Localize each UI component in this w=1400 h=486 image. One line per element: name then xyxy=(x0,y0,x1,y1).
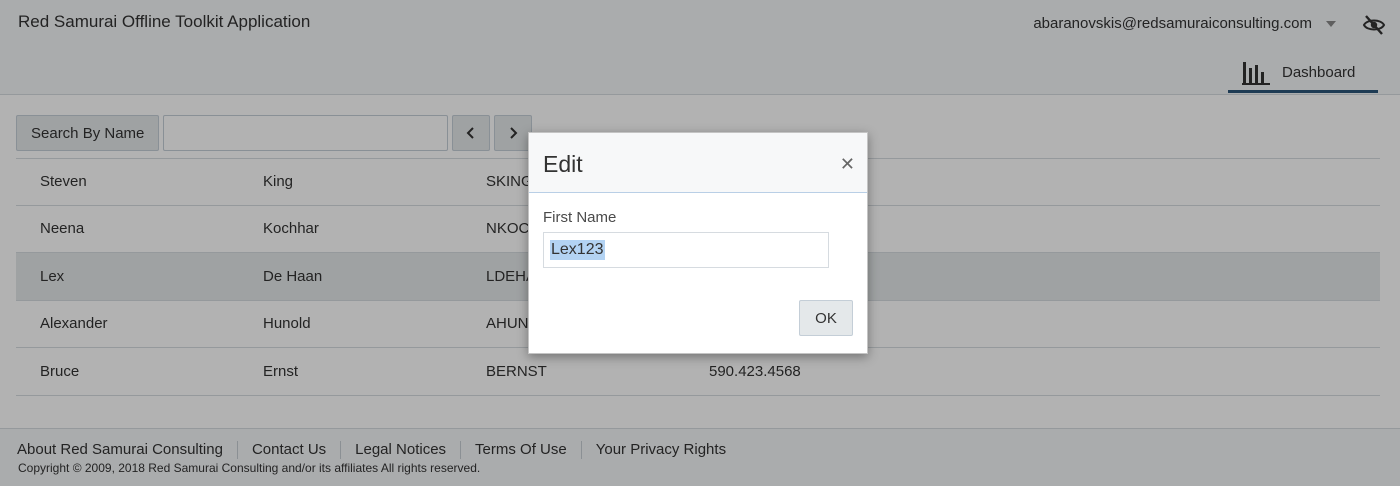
ok-button[interactable]: OK xyxy=(799,300,853,336)
close-icon[interactable]: ✕ xyxy=(840,155,855,173)
dialog-title: Edit xyxy=(543,151,583,177)
first-name-input[interactable]: Lex123 xyxy=(543,232,829,268)
page: Red Samurai Offline Toolkit Application … xyxy=(0,0,1400,486)
first-name-label: First Name xyxy=(543,209,617,226)
edit-dialog: Edit ✕ First Name Lex123 OK xyxy=(528,132,868,354)
dialog-header: Edit ✕ xyxy=(529,133,867,193)
first-name-value: Lex123 xyxy=(550,240,605,260)
